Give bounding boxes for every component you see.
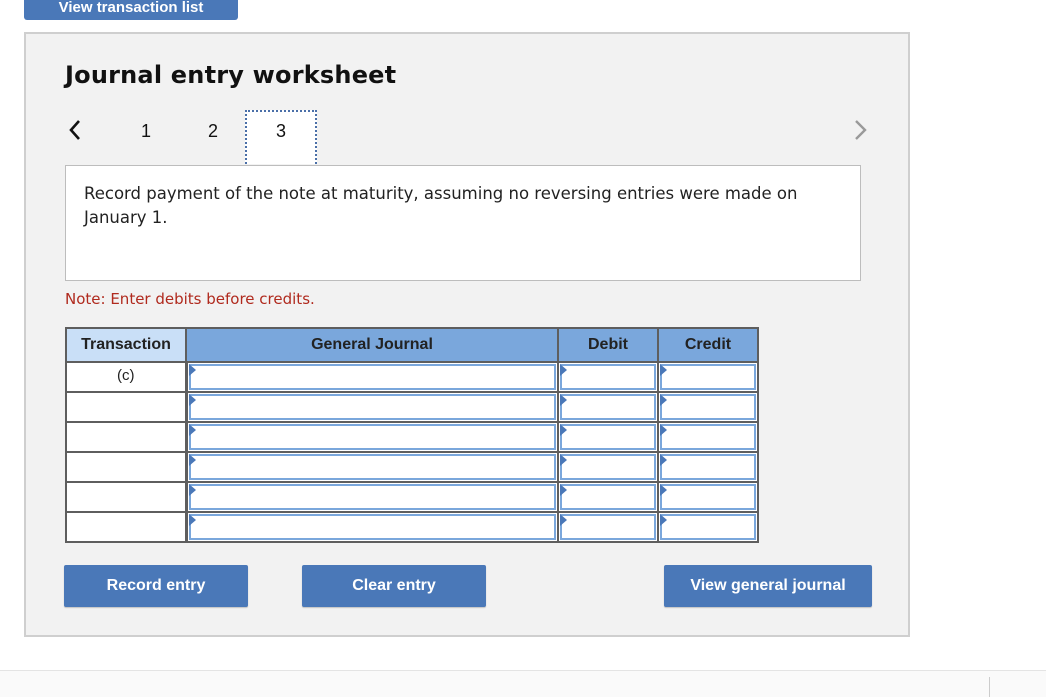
footer-bar — [0, 670, 1046, 697]
footer-divider — [989, 677, 990, 697]
header-general-journal: General Journal — [185, 327, 559, 363]
table-row: (c) — [65, 361, 759, 393]
credit-field[interactable] — [657, 421, 759, 453]
debit-field[interactable] — [557, 481, 659, 513]
transaction-cell — [65, 421, 188, 453]
chevron-right-icon[interactable] — [849, 116, 873, 144]
account-field[interactable] — [185, 391, 559, 423]
credit-field[interactable] — [657, 451, 759, 483]
transaction-cell — [65, 511, 188, 543]
account-field[interactable] — [185, 421, 559, 453]
debit-field[interactable] — [557, 391, 659, 423]
page-title: Journal entry worksheet — [65, 61, 397, 89]
table-row — [65, 451, 759, 483]
view-general-journal-button[interactable]: View general journal — [664, 565, 872, 607]
table-row — [65, 421, 759, 453]
tab-1[interactable]: 1 — [121, 112, 171, 164]
debit-field[interactable] — [557, 511, 659, 543]
table-row — [65, 391, 759, 423]
credit-field[interactable] — [657, 481, 759, 513]
header-debit: Debit — [557, 327, 659, 363]
question-prompt: Record payment of the note at maturity, … — [65, 165, 861, 281]
transaction-cell: (c) — [65, 361, 188, 393]
clear-entry-button[interactable]: Clear entry — [302, 565, 486, 607]
debit-field[interactable] — [557, 451, 659, 483]
transaction-cell — [65, 481, 188, 513]
table-row — [65, 511, 759, 543]
credit-field[interactable] — [657, 511, 759, 543]
transaction-cell — [65, 391, 188, 423]
debit-field[interactable] — [557, 361, 659, 393]
tab-3[interactable]: 3 — [245, 110, 317, 164]
debit-field[interactable] — [557, 421, 659, 453]
account-field[interactable] — [185, 451, 559, 483]
view-transaction-list-button[interactable]: View transaction list — [24, 0, 238, 20]
credit-field[interactable] — [657, 361, 759, 393]
record-entry-button[interactable]: Record entry — [64, 565, 248, 607]
tab-2[interactable]: 2 — [188, 112, 238, 164]
journal-entry-worksheet-panel: Journal entry worksheet 1 2 3 Record pay… — [24, 32, 910, 637]
account-field[interactable] — [185, 481, 559, 513]
transaction-cell — [65, 451, 188, 483]
header-transaction: Transaction — [65, 327, 187, 363]
table-row — [65, 481, 759, 513]
account-field[interactable] — [185, 511, 559, 543]
chevron-left-icon[interactable] — [64, 116, 88, 144]
credit-field[interactable] — [657, 391, 759, 423]
account-field[interactable] — [185, 361, 559, 393]
instruction-note: Note: Enter debits before credits. — [65, 290, 315, 308]
header-credit: Credit — [657, 327, 759, 363]
journal-table: Transaction General Journal Debit Credit… — [65, 327, 759, 543]
